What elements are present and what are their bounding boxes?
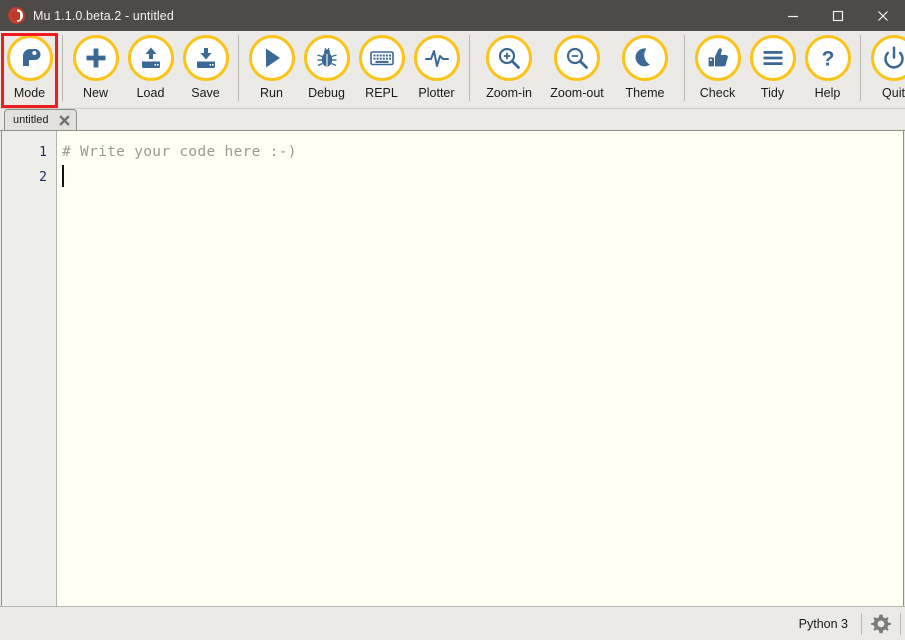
waveform-icon (413, 35, 460, 81)
toolbar-label-mode: Mode (13, 86, 46, 100)
close-tab-icon[interactable] (58, 114, 71, 127)
tab-bar: untitled (0, 109, 905, 131)
magnifier-minus-icon (554, 35, 600, 81)
toolbar-button-new[interactable]: New (68, 31, 123, 107)
toolbar-separator (238, 35, 239, 101)
tab-untitled[interactable]: untitled (4, 109, 78, 130)
toolbar-label-tidy: Tidy (760, 86, 785, 100)
play-icon (248, 35, 295, 81)
toolbar-label-quit: Quit (882, 86, 905, 100)
toolbar-label-help: Help (814, 86, 841, 100)
toolbar-label-zoom-out: Zoom-out (550, 86, 604, 100)
toolbar-separator (62, 35, 63, 101)
svg-text:?: ? (821, 48, 834, 71)
line-number: 1 (39, 145, 47, 160)
toolbar-label-plotter: Plotter (418, 86, 455, 100)
plus-icon (72, 35, 119, 81)
toolbar-label-save: Save (191, 86, 220, 100)
lines-icon (749, 35, 796, 81)
toolbar-label-load: Load (136, 86, 165, 100)
download-icon (182, 35, 229, 81)
text-cursor (62, 165, 64, 187)
toolbar-button-debug[interactable]: Debug (299, 31, 354, 107)
toolbar-label-debug: Debug (308, 86, 345, 100)
toolbar: Mode New Load Save Run Debug REPL Plotte… (0, 31, 905, 109)
toolbar-button-mode[interactable]: Mode (2, 31, 57, 107)
title-bar-left: Mu 1.1.0.beta.2 - untitled (0, 7, 770, 24)
toolbar-separator (469, 35, 470, 101)
toolbar-label-check: Check (699, 86, 736, 100)
toolbar-button-plotter[interactable]: Plotter (409, 31, 464, 107)
toolbar-label-repl: REPL (365, 86, 398, 100)
line-number: 2 (39, 170, 47, 185)
line-number-gutter: 1 2 (2, 131, 57, 606)
toolbar-button-run[interactable]: Run (244, 31, 299, 107)
toolbar-button-zoom-out[interactable]: Zoom-out (543, 31, 611, 107)
toolbar-group-run: Run Debug REPL Plotter (244, 31, 464, 109)
minimize-icon[interactable] (770, 0, 815, 31)
toolbar-group-view: Zoom-in Zoom-out Theme (475, 31, 679, 109)
toolbar-label-theme: Theme (625, 86, 665, 100)
toolbar-label-zoom-in: Zoom-in (486, 86, 532, 100)
status-mode-label: Python 3 (798, 616, 848, 631)
toolbar-button-repl[interactable]: REPL (354, 31, 409, 107)
toolbar-label-new: New (82, 86, 108, 100)
toolbar-group-file: New Load Save (68, 31, 233, 109)
mu-snake-icon (6, 35, 53, 81)
tab-label: untitled (13, 114, 49, 126)
code-line: # Write your code here :-) (62, 144, 297, 160)
toolbar-button-load[interactable]: Load (123, 31, 178, 107)
question-mark-icon: ? (804, 35, 851, 81)
power-icon (870, 35, 905, 81)
moon-icon (622, 35, 668, 81)
toolbar-button-save[interactable]: Save (178, 31, 233, 107)
toolbar-group-quit: Quit (866, 31, 905, 109)
code-text-area[interactable]: # Write your code here :-) (57, 131, 903, 606)
keyboard-icon (358, 35, 405, 81)
toolbar-button-tidy[interactable]: Tidy (745, 31, 800, 107)
toolbar-button-theme[interactable]: Theme (611, 31, 679, 107)
toolbar-separator (684, 35, 685, 101)
window-title: Mu 1.1.0.beta.2 - untitled (33, 8, 174, 23)
window-controls (770, 0, 905, 31)
bug-icon (303, 35, 350, 81)
toolbar-button-check[interactable]: Check (690, 31, 745, 107)
title-bar: Mu 1.1.0.beta.2 - untitled (0, 0, 905, 31)
upload-icon (127, 35, 174, 81)
thumbs-up-icon (694, 35, 741, 81)
status-separator (861, 612, 862, 635)
toolbar-separator (860, 35, 861, 101)
toolbar-button-help[interactable]: ? Help (800, 31, 855, 107)
toolbar-button-zoom-in[interactable]: Zoom-in (475, 31, 543, 107)
toolbar-group-mode: Mode (2, 31, 57, 109)
close-icon[interactable] (860, 0, 905, 31)
toolbar-group-tools: Check Tidy ? Help (690, 31, 855, 109)
mu-logo-icon (8, 7, 25, 24)
toolbar-button-quit[interactable]: Quit (866, 31, 905, 107)
maximize-icon[interactable] (815, 0, 860, 31)
toolbar-label-run: Run (260, 86, 283, 100)
code-editor[interactable]: 1 2 # Write your code here :-) (1, 131, 904, 606)
magnifier-plus-icon (486, 35, 532, 81)
status-bar: Python 3 (0, 606, 905, 640)
status-separator (900, 612, 901, 635)
mu-editor-window: Mu 1.1.0.beta.2 - untitled Mode New Load… (0, 0, 905, 640)
gear-icon[interactable] (866, 609, 896, 639)
